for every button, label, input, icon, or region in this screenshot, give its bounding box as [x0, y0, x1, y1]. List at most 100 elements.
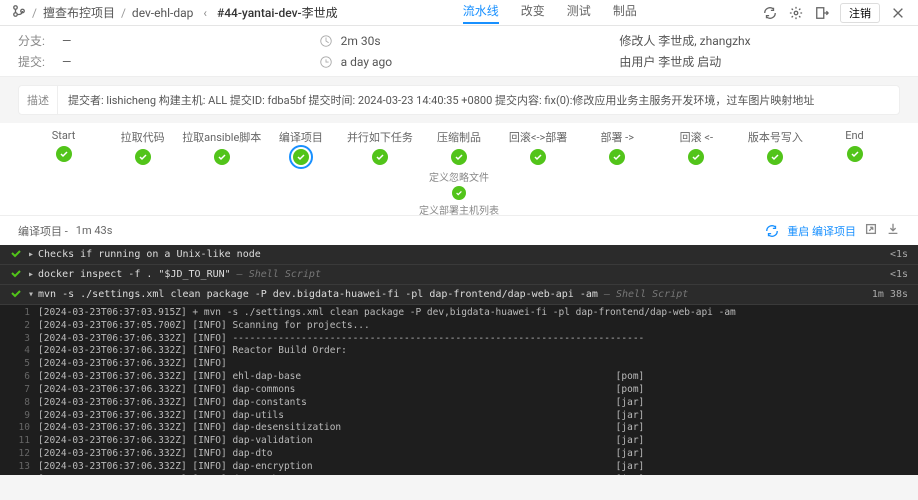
- line-number: 9: [8, 410, 30, 423]
- download-icon[interactable]: [886, 222, 900, 239]
- tab-changes[interactable]: 改变: [521, 2, 545, 24]
- stage-label: 编译项目: [279, 129, 323, 145]
- step-title-text: 编译项目 -: [18, 223, 68, 239]
- line-number: 12: [8, 448, 30, 461]
- tab-artifacts[interactable]: 制品: [613, 2, 637, 24]
- line-text: [2024-03-23T06:37:06.332Z] [INFO] ehl-da…: [38, 371, 644, 384]
- log-step-cmd: mvn -s ./settings.xml clean package -P d…: [38, 289, 862, 300]
- pipeline-stages: Start 拉取代码 拉取ansible脚本 编译项目 并行如下任务压缩制品回滚<->部…: [0, 123, 918, 216]
- pipeline-stage[interactable]: 编译项目: [261, 129, 340, 165]
- pipeline-stage[interactable]: 部署 ->: [578, 129, 657, 165]
- log-step-row[interactable]: ▸Checks if running on a Unix-like node<1…: [0, 245, 918, 265]
- stage-label: 部署 ->: [600, 129, 634, 145]
- pipeline-stage[interactable]: 压缩制品: [419, 129, 498, 165]
- log-line: 11[2024-03-23T06:37:06.332Z] [INFO] dap-…: [0, 435, 918, 448]
- line-number: 1: [8, 307, 30, 320]
- check-icon: [10, 267, 24, 282]
- line-text: [2024-03-23T06:37:06.332Z] [INFO] ------…: [38, 333, 644, 346]
- exit-icon[interactable]: [814, 5, 830, 21]
- step-restart-link[interactable]: 重启 编译项目: [787, 223, 856, 239]
- stage-success-icon: [847, 146, 863, 162]
- topnav-right: 注销: [762, 3, 906, 23]
- log-line: 12 [2024-03-23T06:37:06.332Z] [INFO] dap-…: [0, 448, 918, 461]
- pipeline-stage[interactable]: End: [815, 129, 894, 162]
- line-text: [2024-03-23T06:37:05.700Z] [INFO] Scanni…: [38, 320, 370, 333]
- pipeline-stage[interactable]: 拉取ansible脚本: [182, 129, 261, 165]
- info-duration: 2m 30s: [341, 34, 381, 48]
- tab-pipeline[interactable]: 流水线: [463, 2, 499, 24]
- chevron-right-icon: ▸: [28, 249, 38, 260]
- info-commit-value: —: [62, 55, 71, 69]
- pipeline-stage[interactable]: 回滚<->部署: [499, 129, 578, 165]
- breadcrumb: / 擅查布控项目 / dev-ehl-dap ‹ #44-yantai-dev-…: [12, 4, 338, 21]
- log-line: 4[2024-03-23T06:37:06.332Z] [INFO] React…: [0, 345, 918, 358]
- chevron-left-icon[interactable]: ‹: [203, 6, 207, 20]
- breadcrumb-project[interactable]: 擅查布控项目: [43, 4, 115, 21]
- log-line: 14[2024-03-23T06:37:06.332Z] [INFO] dap-…: [0, 474, 918, 475]
- stage-success-icon: [372, 149, 388, 165]
- topnav: / 擅查布控项目 / dev-ehl-dap ‹ #44-yantai-dev-…: [0, 0, 918, 26]
- log-step-row[interactable]: ▾mvn -s ./settings.xml clean package -P …: [0, 285, 918, 305]
- check-icon: [10, 287, 24, 302]
- step-refresh-icon[interactable]: [765, 224, 779, 238]
- line-text: [2024-03-23T06:37:06.332Z] [INFO] dap-ca…: [38, 474, 644, 475]
- pipeline-stage[interactable]: Start: [24, 129, 103, 162]
- log-step-duration: <1s: [880, 269, 908, 280]
- line-number: 10: [8, 422, 30, 435]
- log-lines[interactable]: 1[2024-03-23T06:37:03.915Z] + mvn -s ./s…: [0, 305, 918, 475]
- info-commit-label: 提交:: [18, 53, 54, 70]
- stage-label: 版本号写入: [748, 129, 803, 145]
- log-line: 10[2024-03-23T06:37:06.332Z] [INFO] dap-…: [0, 422, 918, 435]
- info-branch-value: —: [62, 34, 71, 48]
- stage-label: Start: [52, 129, 76, 142]
- line-number: 13: [8, 461, 30, 474]
- stage-success-icon: [530, 149, 546, 165]
- breadcrumb-branch[interactable]: dev-ehl-dap: [132, 6, 193, 20]
- stage-success-icon: [214, 149, 230, 165]
- stage-label: 回滚<->部署: [509, 129, 567, 145]
- log-line: 9[2024-03-23T06:37:06.332Z] [INFO] dap-u…: [0, 410, 918, 423]
- sub-stage-bottom: 定义部署主机列表: [419, 202, 499, 217]
- log-step-cmd: Checks if running on a Unix-like node: [38, 249, 880, 260]
- step-title-bar: 编译项目 - 1m 43s 重启 编译项目: [0, 216, 918, 245]
- line-number: 2: [8, 320, 30, 333]
- logout-button[interactable]: 注销: [840, 3, 880, 23]
- line-text: [2024-03-23T06:37:06.332Z] [INFO] dap-va…: [38, 435, 644, 448]
- log-step-duration: 1m 38s: [862, 289, 908, 300]
- log-step-row[interactable]: ▸docker inspect -f . "$JD_TO_RUN" — Shel…: [0, 265, 918, 285]
- step-duration: 1m 43s: [76, 224, 113, 237]
- log-step-cmd: docker inspect -f . "$JD_TO_RUN" — Shell…: [38, 269, 880, 280]
- sub-stage-top: 定义忽略文件: [419, 169, 499, 184]
- gear-icon[interactable]: [788, 5, 804, 21]
- check-icon: [10, 247, 24, 262]
- line-number: 8: [8, 397, 30, 410]
- external-link-icon[interactable]: [864, 222, 878, 239]
- commit-text: 提交者: lishicheng 构建主机: ALL 提交ID: fdba5bf …: [58, 86, 824, 114]
- calendar-icon: [319, 55, 333, 69]
- pipeline-stage[interactable]: 版本号写入: [736, 129, 815, 165]
- clock-icon: [319, 34, 333, 48]
- line-number: 5: [8, 358, 30, 371]
- line-text: [2024-03-23T06:37:06.332Z] [INFO] dap-dt…: [38, 448, 644, 461]
- stage-success-icon: [135, 149, 151, 165]
- tab-tests[interactable]: 测试: [567, 2, 591, 24]
- refresh-icon[interactable]: [762, 5, 778, 21]
- line-text: [2024-03-23T06:37:06.332Z] [INFO] dap-co…: [38, 384, 644, 397]
- chevron-right-icon: ▾: [28, 289, 38, 300]
- commit-tab-label: 描述: [19, 86, 58, 114]
- sub-stage-icon: [452, 186, 466, 200]
- pipeline-stage[interactable]: 回滚 <-: [657, 129, 736, 165]
- log-line: 5[2024-03-23T06:37:06.332Z] [INFO]: [0, 358, 918, 371]
- stage-label: 拉取代码: [121, 129, 165, 145]
- info-time: a day ago: [341, 55, 392, 69]
- pipeline-stage[interactable]: 并行如下任务: [340, 129, 419, 165]
- log-line: 6[2024-03-23T06:37:06.332Z] [INFO] ehl-d…: [0, 371, 918, 384]
- pipeline-stage[interactable]: 拉取代码: [103, 129, 182, 165]
- stage-success-icon: [767, 149, 783, 165]
- line-number: 3: [8, 333, 30, 346]
- line-text: [2024-03-23T06:37:06.332Z] [INFO] dap-en…: [38, 461, 644, 474]
- log-step-note: — Shell Script: [231, 269, 321, 280]
- stage-label: End: [845, 129, 864, 142]
- line-text: [2024-03-23T06:37:06.332Z] [INFO] Reacto…: [38, 345, 347, 358]
- close-icon[interactable]: [890, 5, 906, 21]
